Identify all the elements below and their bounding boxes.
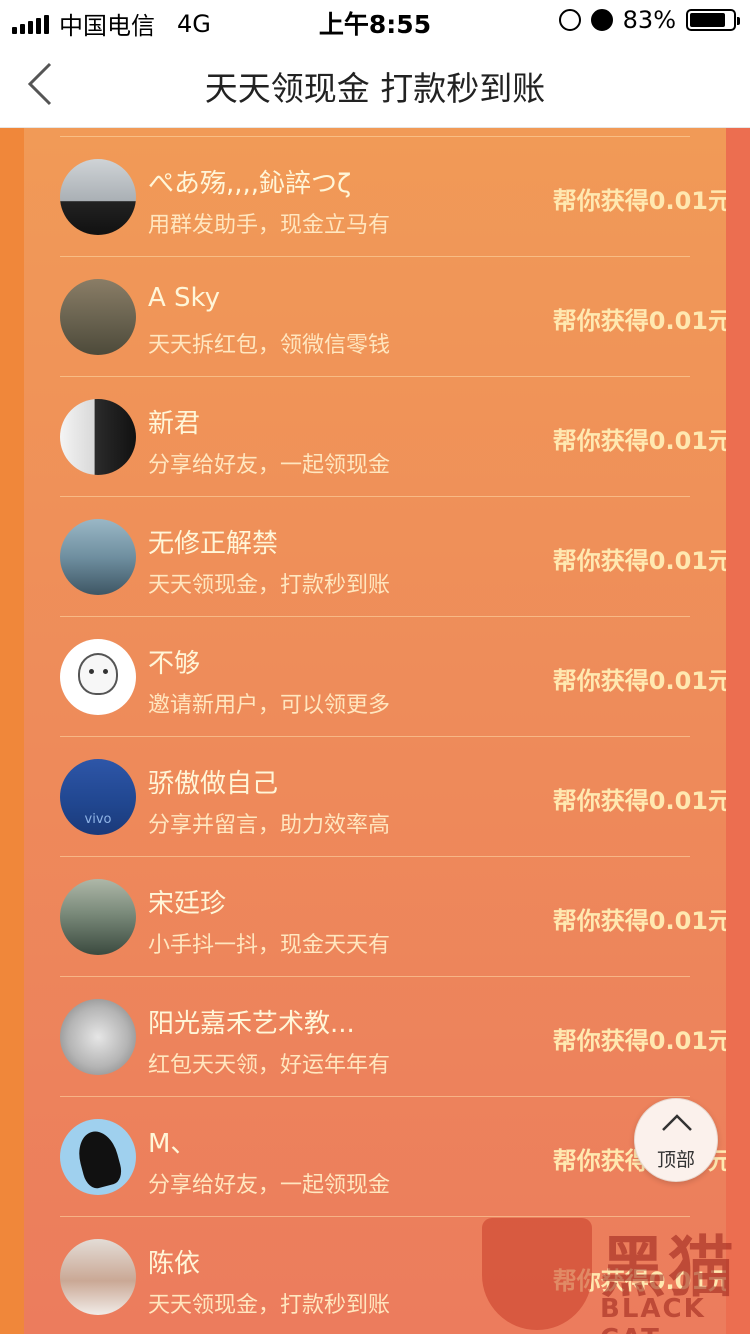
user-subtitle: 分享给好友，一起领现金 [148,453,391,478]
avatar [60,159,136,235]
user-subtitle: 用群发助手，现金立马有 [148,213,391,238]
user-subtitle: 红包天天领，好运年年有 [148,1053,391,1078]
list-item[interactable]: 无修正解禁 天天领现金，打款秒到账 帮你获得0.01元 [60,497,732,617]
page-title: 天天领现金 打款秒到账 [204,69,546,108]
panel-edge [726,128,750,1334]
list-panel: ぺあ殇,,,,鈊誶つζ 用群发助手，现金立马有 帮你获得0.01元 A Sky … [24,128,732,1334]
avatar: vivo [60,759,136,835]
user-name: 新君 [148,409,201,439]
user-name: A Sky [148,283,221,313]
chevron-up-icon [662,1114,692,1131]
user-subtitle: 天天领现金，打款秒到账 [148,1293,391,1318]
watermark-text-en: BLACK CAT [600,1294,706,1334]
avatar [60,879,136,955]
user-name: 无修正解禁 [148,529,279,559]
user-name: 阳光嘉禾艺术教... [148,1009,355,1039]
back-to-top-button[interactable]: 顶部 [634,1098,718,1182]
list-item[interactable]: 宋廷珍 小手抖一抖，现金天天有 帮你获得0.01元 [60,857,732,977]
status-bar: 中国电信 4G 上午8:55 83% [0,0,750,40]
reward-text: 帮你获得0.01元 [552,667,732,695]
cat-logo-icon [482,1218,592,1330]
reward-text: 帮你获得0.01元 [552,547,732,575]
list-item[interactable]: 新君 分享给好友，一起领现金 帮你获得0.01元 [60,377,732,497]
nav-bar: 天天领现金 打款秒到账 [0,40,750,128]
avatar [60,999,136,1075]
user-name: 宋廷珍 [148,889,227,919]
silhouette-icon [73,1127,125,1191]
helper-list: ぺあ殇,,,,鈊誶つζ 用群发助手，现金立马有 帮你获得0.01元 A Sky … [60,137,732,1334]
list-item[interactable]: ぺあ殇,,,,鈊誶つζ 用群发助手，现金立马有 帮你获得0.01元 [60,137,732,257]
avatar [60,639,136,715]
alarm-icon [590,9,613,31]
reward-text: 帮你获得0.01元 [552,187,732,215]
reward-text: 帮你获得0.01元 [552,907,732,935]
reward-text: 帮你获得0.01元 [552,307,732,335]
avatar [60,399,136,475]
list-item[interactable]: vivo 骄傲做自己 分享并留言，助力效率高 帮你获得0.01元 [60,737,732,857]
rotation-lock-icon [558,9,581,31]
list-item[interactable]: M、 分享给好友，一起领现金 帮你获得0.01元 [60,1097,732,1217]
user-name: M、 [148,1129,197,1159]
reward-text: 帮你获得0.01元 [552,787,732,815]
avatar [60,519,136,595]
avatar [60,1119,136,1195]
battery-icon [686,9,740,31]
back-to-top-label: 顶部 [656,1149,695,1171]
reward-text: 帮你获得0.01元 [552,427,732,455]
avatar [60,1239,136,1315]
avatar [60,279,136,355]
watermark: 黑猫 BLACK CAT [476,1212,750,1334]
battery-percent: 83% [622,6,676,34]
user-subtitle: 小手抖一抖，现金天天有 [148,933,391,958]
list-item[interactable]: 阳光嘉禾艺术教... 红包天天领，好运年年有 帮你获得0.01元 [60,977,732,1097]
reward-text: 帮你获得0.01元 [552,1027,732,1055]
user-name: 陈依 [148,1249,201,1279]
list-item[interactable]: 不够 邀请新用户，可以领更多 帮你获得0.01元 [60,617,732,737]
cartoon-face-icon [78,653,118,695]
user-subtitle: 分享并留言，助力效率高 [148,813,391,838]
user-name: ぺあ殇,,,,鈊誶つζ [148,169,352,199]
user-subtitle: 天天拆红包，领微信零钱 [148,333,391,358]
user-name: 骄傲做自己 [148,769,279,799]
user-subtitle: 邀请新用户，可以领更多 [148,693,391,718]
user-subtitle: 天天领现金，打款秒到账 [148,573,391,598]
avatar-label: vivo [84,812,112,827]
user-name: 不够 [148,649,201,679]
list-item[interactable]: A Sky 天天拆红包，领微信零钱 帮你获得0.01元 [60,257,732,377]
user-subtitle: 分享给好友，一起领现金 [148,1173,391,1198]
